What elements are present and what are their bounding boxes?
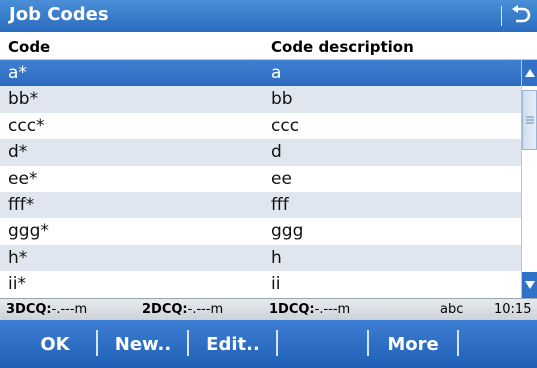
grip-lines-icon [525,116,534,124]
vertical-scrollbar[interactable] [521,60,537,298]
softkey-divider [367,330,369,356]
column-header-description[interactable]: Code description [271,38,414,56]
softkey-divider [276,330,278,356]
code-cell: ggg* [8,221,49,242]
new-button[interactable]: New.. [100,320,186,368]
triangle-up-icon [524,69,535,77]
description-cell: ii [271,274,281,295]
status-bar: 3DCQ:-.---m 2DCQ:-.---m 1DCQ:-.---m abc … [0,298,537,320]
triangle-down-icon [524,281,535,289]
code-cell: bb* [8,89,39,110]
job-codes-list: a* a bb* bb ccc* ccc d* d ee* ee fff* ff… [0,60,521,298]
title-bar: Job Codes [0,0,537,32]
list-item[interactable]: bb* bb [0,86,521,113]
list-item[interactable]: a* a [0,60,521,87]
title-separator [501,6,502,26]
back-button[interactable] [505,0,537,32]
code-cell: ccc* [8,115,45,136]
ok-button[interactable]: OK [14,320,96,368]
dcq3-label: 3DCQ: [6,302,52,317]
dcq3-value: -.---m [51,302,88,317]
code-cell: a* [8,63,27,83]
code-cell: h* [8,247,28,268]
description-cell: ee [271,168,292,189]
more-button[interactable]: More [371,320,455,368]
softkey-divider [96,330,98,356]
back-arrow-icon [512,5,531,23]
description-cell: ccc [271,115,300,136]
list-item[interactable]: ggg* ggg [0,218,521,244]
list-item[interactable]: d* d [0,139,521,166]
scroll-thumb[interactable] [522,90,537,150]
description-cell: fff [271,194,289,215]
code-cell: ii* [8,274,26,295]
code-cell: d* [8,142,28,163]
list-item[interactable]: fff* fff [0,191,521,219]
description-cell: ggg [271,221,304,242]
dcq2-status: 2DCQ:-.---m [142,302,223,317]
dcq2-label: 2DCQ: [142,302,188,317]
scroll-up-button[interactable] [522,60,537,86]
blank-softkey[interactable] [280,320,366,368]
dcq1-label: 1DCQ: [269,302,315,317]
softkey-divider [187,330,189,356]
dcq2-value: -.---m [187,302,224,317]
code-cell: fff* [8,194,35,215]
code-cell: ee* [8,168,38,189]
description-cell: h [271,247,282,268]
description-cell: bb [271,89,293,110]
dcq3-status: 3DCQ:-.---m [6,302,87,317]
list-header: Code Code description [0,32,537,60]
dcq1-status: 1DCQ:-.---m [269,302,350,317]
list-item[interactable]: ii* ii [0,271,521,297]
description-cell: a [271,63,282,83]
page-title: Job Codes [9,4,109,25]
softkey-divider [457,330,459,356]
list-item[interactable]: h* h [0,244,521,272]
dcq1-value: -.---m [314,302,351,317]
softkey-bar: OK New.. Edit.. More [0,320,537,368]
list-item[interactable]: ccc* ccc [0,113,521,139]
list-item[interactable]: ee* ee [0,166,521,192]
edit-button[interactable]: Edit.. [191,320,275,368]
column-header-code[interactable]: Code [8,38,50,56]
scroll-down-button[interactable] [522,272,537,298]
description-cell: d [271,142,282,163]
input-mode-indicator[interactable]: abc [440,302,463,317]
clock: 10:15 [494,302,532,317]
